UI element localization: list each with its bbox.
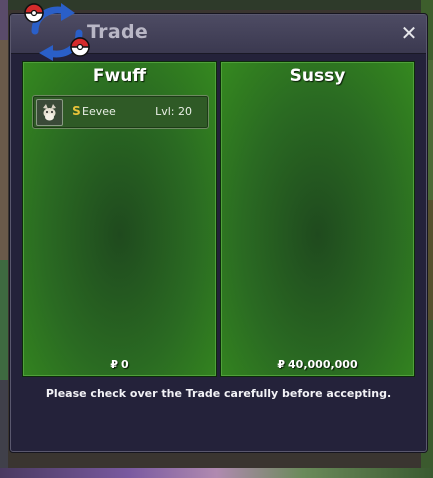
trade-warning-text: Please check over the Trade carefully be… <box>45 387 392 400</box>
money-amount: 0 <box>121 358 129 371</box>
pokemon-level: Lvl: 20 <box>155 105 192 118</box>
player-name-self: Fwuff <box>92 66 147 86</box>
currency-symbol: ₽ <box>110 358 118 371</box>
game-backdrop-bottom <box>0 468 433 478</box>
money-amount: 40,000,000 <box>288 358 358 371</box>
trade-panel-partner: Sussy ₽40,000,000 <box>220 61 415 377</box>
game-backdrop-left <box>0 0 8 478</box>
close-icon[interactable]: ✕ <box>398 22 420 44</box>
money-offer-self: ₽0 <box>23 358 216 371</box>
pokemon-sprite-icon <box>36 99 63 126</box>
player-name-partner: Sussy <box>289 66 346 86</box>
trade-item-row[interactable]: S Eevee Lvl: 20 <box>32 95 209 129</box>
pokemon-name: Eevee <box>82 105 116 118</box>
money-offer-partner: ₽40,000,000 <box>221 358 414 371</box>
trade-window: Trade ✕ Fwuff S Eevee Lvl: 20 ₽ 0 Sussy … <box>10 3 427 452</box>
window-title: Trade <box>87 21 149 43</box>
trade-arrows-icon <box>24 3 90 61</box>
currency-symbol: ₽ <box>277 358 286 371</box>
trade-panel-self: Fwuff S Eevee Lvl: 20 ₽0 <box>22 61 217 377</box>
